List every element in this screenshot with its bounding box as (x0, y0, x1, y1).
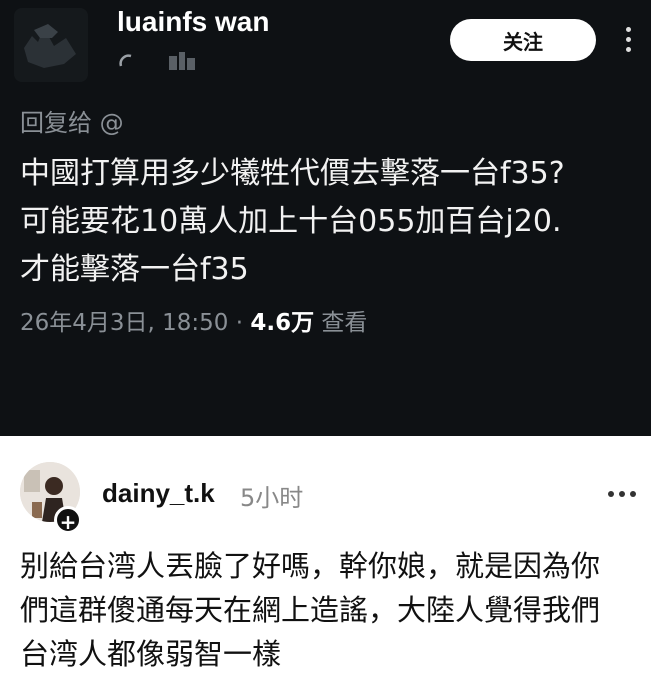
post-text-line: 可能要花10萬人加上十台055加百台j20. (20, 204, 562, 239)
commenter-username[interactable]: dainy_t.k (102, 478, 215, 509)
post-text-line: 才能擊落一台f35 (20, 252, 249, 287)
poster-username[interactable]: luainfs wan (117, 6, 269, 38)
blurred-handle (117, 48, 247, 72)
reply-to-label[interactable]: 回复给 @ (20, 103, 124, 138)
post-text: 中國打算用多少犧牲代價去擊落一台f35? 可能要花10萬人加上十台055加百台j… (20, 150, 640, 294)
follow-plus-icon[interactable]: + (54, 506, 82, 534)
post-text-line: 中國打算用多少犧牲代價去擊落一台f35? (20, 156, 565, 191)
comment-time: 5小时 (240, 484, 304, 512)
original-post-panel: luainfs wan 关注 回复给 @ 中國打算用多少犧牲代價去擊落一台f35… (0, 0, 651, 436)
follow-button[interactable]: 关注 (450, 19, 596, 61)
views-label: 查看 (314, 310, 368, 336)
comment-text-line: 台湾人都像弱智一樣 (20, 637, 282, 671)
more-horizontal-icon[interactable] (604, 484, 640, 504)
divider (0, 436, 651, 448)
more-vertical-icon[interactable] (616, 22, 640, 62)
view-count: 4.6万 (250, 310, 315, 336)
poster-avatar[interactable] (14, 8, 88, 82)
comment-text-line: 們這群傻通每天在網上造謠，大陸人覺得我們 (20, 593, 601, 627)
post-meta: 26年4月3日, 18:50 · 4.6万 查看 (20, 303, 367, 337)
post-datetime: 26年4月3日, 18:50 · (20, 310, 251, 336)
comment-text: 别給台湾人丟臉了好嗎，幹你娘，就是因為你 們這群傻通每天在網上造謠，大陸人覺得我… (20, 544, 640, 676)
comment-text-line: 别給台湾人丟臉了好嗎，幹你娘，就是因為你 (20, 549, 601, 583)
